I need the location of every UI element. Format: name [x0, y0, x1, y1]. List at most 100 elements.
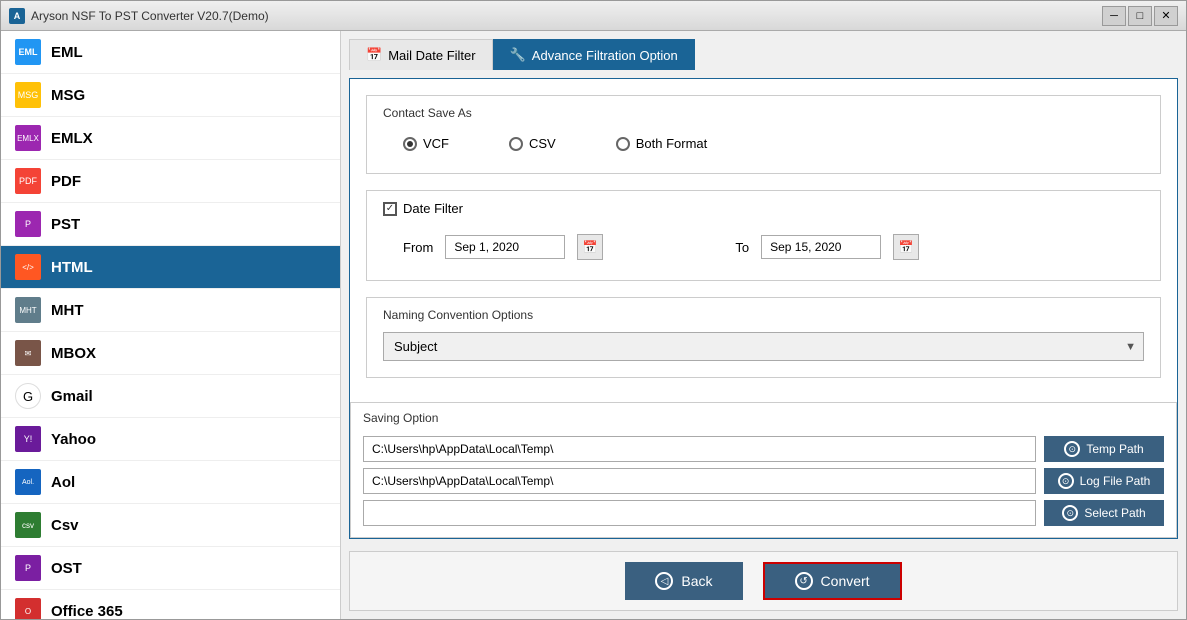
app-icon: A: [9, 8, 25, 24]
csv-label: Csv: [51, 517, 79, 534]
sidebar-item-office365[interactable]: OOffice 365: [1, 590, 340, 619]
sidebar-item-pst[interactable]: P PST: [1, 203, 340, 246]
tab-mail-date-filter[interactable]: 📅 Mail Date Filter: [349, 39, 493, 70]
msg-icon: MSG: [15, 82, 41, 108]
gmail-icon: G: [15, 383, 41, 409]
temp-path-input[interactable]: [363, 436, 1036, 462]
temp-path-icon: ⊙: [1064, 441, 1080, 457]
right-panel: 📅 Mail Date Filter 🔧 Advance Filtration …: [341, 31, 1186, 619]
minimize-button[interactable]: ─: [1102, 6, 1126, 26]
back-icon: ◁: [655, 572, 673, 590]
radio-both-label: Both Format: [636, 136, 708, 151]
radio-vcf-label: VCF: [423, 136, 449, 151]
sidebar-item-html[interactable]: </> HTML: [1, 246, 340, 289]
log-file-path-button[interactable]: ⊙ Log File Path: [1044, 468, 1164, 494]
csv-icon: csv: [15, 512, 41, 538]
content-panel: Contact Save As VCF CSV: [349, 78, 1178, 539]
aol-label: Aol: [51, 474, 75, 491]
contact-save-as-section: Contact Save As VCF CSV: [366, 95, 1161, 174]
emlx-label: EMLX: [51, 130, 93, 147]
title-bar-left: A Aryson NSF To PST Converter V20.7(Demo…: [9, 8, 269, 24]
sidebar-item-csv[interactable]: csv Csv: [1, 504, 340, 547]
sidebar: EML EML MSG MSG EMLX EMLX PDF PDF P PST </> HTML MHT…: [1, 31, 341, 619]
date-filter-checkbox[interactable]: [383, 202, 397, 216]
to-label: To: [735, 240, 749, 255]
saving-row-3: ⊙ Select Path: [351, 497, 1176, 529]
radio-vcf[interactable]: VCF: [403, 136, 449, 151]
date-filter-header: Date Filter: [383, 201, 1144, 216]
eml-label: EML: [51, 44, 83, 61]
saving-option-label: Saving Option: [351, 411, 1176, 433]
naming-convention-select[interactable]: Subject Date From To CC: [383, 332, 1144, 361]
select-path-input[interactable]: [363, 500, 1036, 526]
radio-both[interactable]: Both Format: [616, 136, 708, 151]
naming-convention-select-wrapper: Subject Date From To CC ▼: [383, 332, 1144, 361]
pst-icon: P: [15, 211, 41, 237]
back-button[interactable]: ◁ Back: [625, 562, 742, 600]
radio-csv-circle: [509, 137, 523, 151]
sidebar-item-gmail[interactable]: G Gmail: [1, 375, 340, 418]
radio-group-contact: VCF CSV Both Format: [383, 130, 1144, 157]
radio-csv-label: CSV: [529, 136, 556, 151]
select-path-button[interactable]: ⊙ Select Path: [1044, 500, 1164, 526]
from-label: From: [403, 240, 433, 255]
bottom-bar: ◁ Back ↺ Convert: [349, 551, 1178, 611]
sidebar-item-mht[interactable]: MHTMHT: [1, 289, 340, 332]
date-row: From 📅 To 📅: [383, 230, 1144, 264]
ost-icon: P: [15, 555, 41, 581]
radio-both-circle: [616, 137, 630, 151]
select-path-icon: ⊙: [1062, 505, 1078, 521]
emlx-icon: EMLX: [15, 125, 41, 151]
naming-convention-label: Naming Convention Options: [383, 308, 1144, 322]
panel-inner: Contact Save As VCF CSV: [350, 79, 1177, 402]
log-path-input[interactable]: [363, 468, 1036, 494]
tab-advance-filtration[interactable]: 🔧 Advance Filtration Option: [493, 39, 695, 70]
pdf-icon: PDF: [15, 168, 41, 194]
date-filter-section: Date Filter From 📅 To 📅: [366, 190, 1161, 281]
saving-row-1: ⊙ Temp Path: [351, 433, 1176, 465]
mht-icon: MHT: [15, 297, 41, 323]
contact-save-as-label: Contact Save As: [383, 106, 1144, 120]
naming-convention-section: Naming Convention Options Subject Date F…: [366, 297, 1161, 378]
pdf-label: PDF: [51, 173, 81, 190]
convert-button[interactable]: ↺ Convert: [763, 562, 902, 600]
sidebar-item-mbox[interactable]: ✉MBOX: [1, 332, 340, 375]
main-window: A Aryson NSF To PST Converter V20.7(Demo…: [0, 0, 1187, 620]
saving-row-2: ⊙ Log File Path: [351, 465, 1176, 497]
to-calendar-button[interactable]: 📅: [893, 234, 919, 260]
html-icon: </>: [15, 254, 41, 280]
html-label: HTML: [51, 259, 93, 276]
eml-icon: EML: [15, 39, 41, 65]
filter-icon: 🔧: [510, 47, 526, 63]
msg-label: MSG: [51, 87, 85, 104]
sidebar-item-eml[interactable]: EML EML: [1, 31, 340, 74]
ost-label: OST: [51, 560, 82, 577]
sidebar-item-yahoo[interactable]: Y! Yahoo: [1, 418, 340, 461]
sidebar-item-emlx[interactable]: EMLX EMLX: [1, 117, 340, 160]
sidebar-item-msg[interactable]: MSG MSG: [1, 74, 340, 117]
yahoo-label: Yahoo: [51, 431, 96, 448]
office365-icon: O: [15, 598, 41, 619]
window-controls: ─ □ ✕: [1102, 6, 1178, 26]
convert-icon: ↺: [795, 572, 813, 590]
sidebar-item-pdf[interactable]: PDF PDF: [1, 160, 340, 203]
temp-path-button[interactable]: ⊙ Temp Path: [1044, 436, 1164, 462]
maximize-button[interactable]: □: [1128, 6, 1152, 26]
tab-bar: 📅 Mail Date Filter 🔧 Advance Filtration …: [349, 39, 1178, 70]
pst-label: PST: [51, 216, 80, 233]
date-filter-label: Date Filter: [403, 201, 463, 216]
gmail-label: Gmail: [51, 388, 93, 405]
close-button[interactable]: ✕: [1154, 6, 1178, 26]
yahoo-icon: Y!: [15, 426, 41, 452]
window-title: Aryson NSF To PST Converter V20.7(Demo): [31, 9, 269, 23]
log-path-icon: ⊙: [1058, 473, 1074, 489]
saving-option-section: Saving Option ⊙ Temp Path ⊙ Log File Pat…: [350, 402, 1177, 538]
from-date-input[interactable]: [445, 235, 565, 259]
sidebar-item-aol[interactable]: Aol.Aol: [1, 461, 340, 504]
from-calendar-button[interactable]: 📅: [577, 234, 603, 260]
mbox-icon: ✉: [15, 340, 41, 366]
to-date-input[interactable]: [761, 235, 881, 259]
calendar-icon: 📅: [366, 47, 382, 63]
sidebar-item-ost[interactable]: P OST: [1, 547, 340, 590]
radio-csv[interactable]: CSV: [509, 136, 556, 151]
